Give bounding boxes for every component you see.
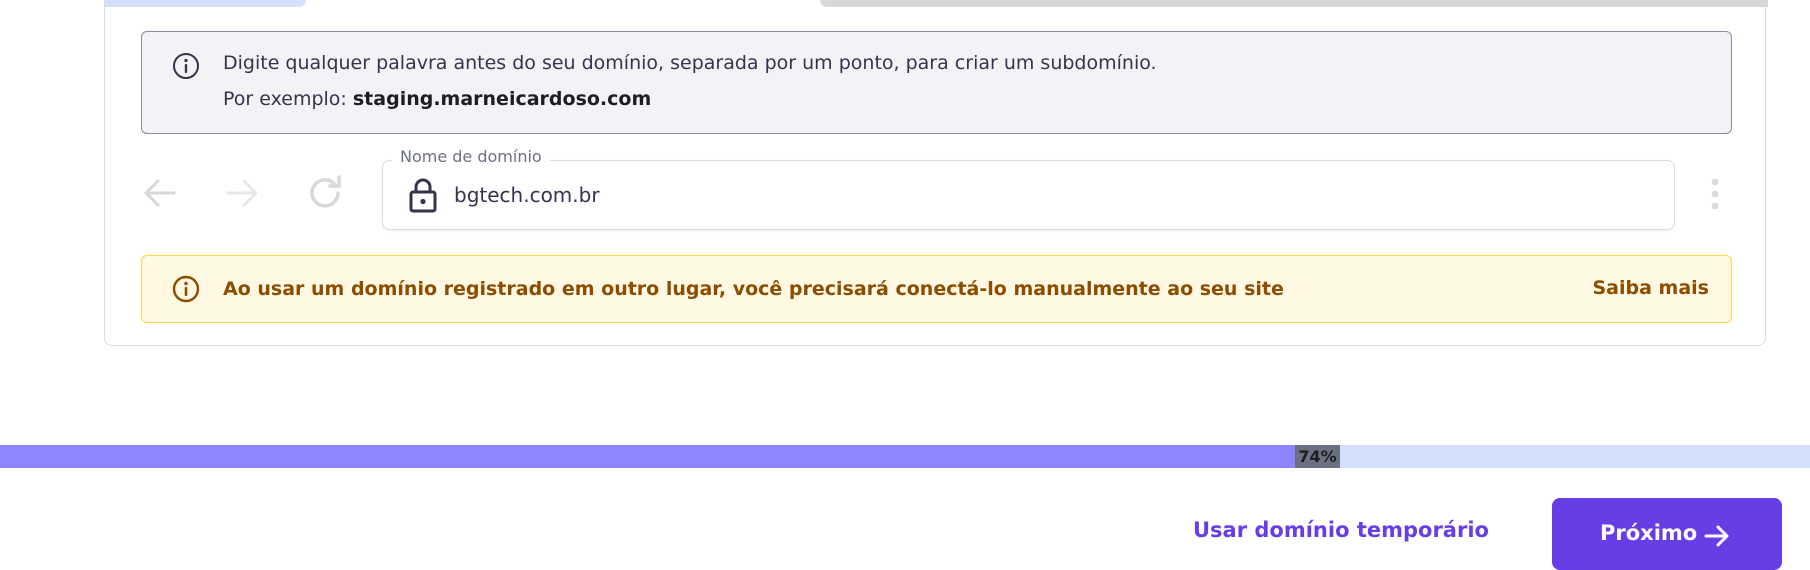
- arrow-right-icon: [1703, 522, 1731, 550]
- info-text: Digite qualquer palavra antes do seu dom…: [223, 52, 1157, 74]
- info-icon: [171, 51, 201, 81]
- kebab-menu-icon[interactable]: [1707, 176, 1723, 212]
- progress-percent: 74%: [1295, 445, 1340, 468]
- warning-info-icon: [171, 274, 201, 304]
- reload-icon[interactable]: [306, 173, 346, 213]
- domain-name-label: Nome de domínio: [392, 147, 550, 166]
- learn-more-link[interactable]: Saiba mais: [1593, 277, 1710, 299]
- use-temporary-domain-button[interactable]: Usar domínio temporário: [1193, 518, 1489, 542]
- progress-bar: 74%: [0, 445, 1810, 468]
- info-example-value: staging.marneicardoso.com: [352, 88, 652, 110]
- warning-text: Ao usar um domínio registrado em outro l…: [223, 278, 1284, 300]
- next-button[interactable]: Próximo: [1552, 498, 1782, 570]
- arrow-left-icon[interactable]: [140, 173, 180, 213]
- arrow-right-icon[interactable]: [222, 173, 262, 213]
- domain-name-input[interactable]: bgtech.com.br: [454, 183, 600, 207]
- subdomain-info-box: Digite qualquer palavra antes do seu dom…: [141, 31, 1732, 134]
- info-example-prefix: Por exemplo:: [223, 88, 353, 110]
- lock-icon: [408, 177, 438, 213]
- next-button-label: Próximo: [1600, 521, 1698, 545]
- external-domain-warning: Ao usar um domínio registrado em outro l…: [141, 255, 1732, 323]
- progress-fill: [0, 445, 1340, 468]
- info-example: Por exemplo: staging.marneicardoso.com: [223, 88, 651, 110]
